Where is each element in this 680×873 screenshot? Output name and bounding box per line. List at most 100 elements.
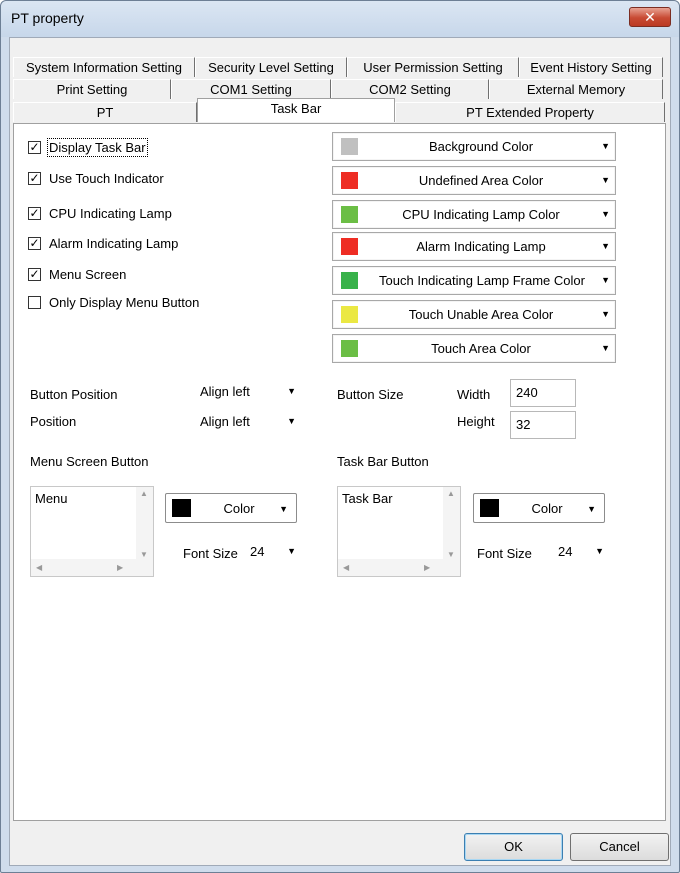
color-swatch — [341, 272, 358, 289]
position-select[interactable]: Align left ▼ — [198, 410, 300, 434]
color-swatch — [480, 499, 499, 517]
checkbox-box: ✓ — [28, 139, 41, 154]
list-item[interactable]: Menu — [35, 491, 68, 506]
task-bar-font-size-label: Font Size — [477, 546, 532, 561]
menu-screen-button-color-select[interactable]: Color ▼ — [165, 493, 297, 523]
check-icon: ✓ — [29, 205, 40, 220]
width-label: Width — [457, 387, 491, 402]
tab-pt[interactable]: PT — [13, 102, 197, 122]
scroll-up-icon[interactable]: ▲ — [447, 489, 455, 498]
color-swatch — [172, 499, 191, 517]
scroll-left-icon[interactable]: ◀ — [36, 563, 42, 572]
vertical-scrollbar[interactable]: ▲ ▼ — [443, 487, 460, 561]
chevron-down-icon: ▼ — [601, 175, 610, 185]
chevron-down-icon: ▼ — [279, 504, 288, 514]
title-bar[interactable]: PT property ✕ — [1, 1, 679, 37]
tab-row-1: System Information Setting Security Leve… — [13, 57, 663, 77]
tab-event-history-setting[interactable]: Event History Setting — [519, 57, 663, 77]
horizontal-scrollbar[interactable]: ◀ ▶ — [338, 559, 460, 576]
scroll-up-icon[interactable]: ▲ — [140, 489, 148, 498]
check-icon: ✓ — [29, 266, 40, 281]
scroll-down-icon[interactable]: ▼ — [140, 550, 148, 559]
chevron-down-icon: ▼ — [287, 416, 296, 426]
chevron-down-icon: ▼ — [287, 546, 296, 556]
chevron-down-icon: ▼ — [601, 309, 610, 319]
scroll-left-icon[interactable]: ◀ — [343, 563, 349, 572]
tab-com2-setting[interactable]: COM2 Setting — [331, 79, 489, 99]
button-size-label: Button Size — [337, 387, 404, 402]
task-bar-panel: ✓ Display Task Bar ✓ Use Touch Indicator… — [13, 123, 666, 821]
height-input[interactable]: 32 — [510, 411, 576, 439]
only-display-menu-button-checkbox[interactable]: Only Display Menu Button — [28, 294, 199, 310]
checkbox-box: ✓ — [28, 235, 41, 250]
tab-system-information-setting[interactable]: System Information Setting — [13, 57, 195, 77]
menu-screen-button-label: Menu Screen Button — [30, 454, 149, 469]
chevron-down-icon: ▼ — [601, 275, 610, 285]
window-title: PT property — [11, 10, 84, 26]
task-bar-font-size-select[interactable]: 24 ▼ — [556, 540, 608, 564]
tab-print-setting[interactable]: Print Setting — [13, 79, 171, 99]
position-label: Position — [30, 414, 77, 429]
menu-screen-checkbox[interactable]: ✓ Menu Screen — [28, 266, 126, 282]
chevron-down-icon: ▼ — [601, 343, 610, 353]
background-color-button[interactable]: Background Color ▼ — [332, 132, 616, 161]
tab-pt-extended-property[interactable]: PT Extended Property — [395, 102, 665, 122]
scroll-right-icon[interactable]: ▶ — [424, 563, 430, 572]
chevron-down-icon: ▼ — [601, 241, 610, 251]
menu-font-size-label: Font Size — [183, 546, 238, 561]
check-icon: ✓ — [29, 139, 40, 154]
chevron-down-icon: ▼ — [601, 209, 610, 219]
tab-external-memory[interactable]: External Memory — [489, 79, 663, 99]
cancel-button[interactable]: Cancel — [570, 833, 669, 861]
menu-screen-button-listbox[interactable]: Menu ▲ ▼ ◀ ▶ — [30, 486, 154, 577]
checkbox-box: ✓ — [28, 171, 41, 185]
tab-task-bar[interactable]: Task Bar — [197, 98, 395, 122]
color-swatch — [341, 138, 358, 155]
button-position-select[interactable]: Align left ▼ — [198, 380, 300, 404]
pt-property-dialog: PT property ✕ System Information Setting… — [0, 0, 680, 873]
tab-security-level-setting[interactable]: Security Level Setting — [195, 57, 347, 77]
horizontal-scrollbar[interactable]: ◀ ▶ — [31, 559, 153, 576]
use-touch-indicator-checkbox[interactable]: ✓ Use Touch Indicator — [28, 170, 164, 186]
undefined-area-color-button[interactable]: Undefined Area Color ▼ — [332, 166, 616, 195]
cpu-indicating-lamp-checkbox[interactable]: ✓ CPU Indicating Lamp — [28, 205, 172, 221]
checkbox-box: ✓ — [28, 205, 41, 220]
color-swatch — [341, 340, 358, 357]
touch-indicating-lamp-frame-color-button[interactable]: Touch Indicating Lamp Frame Color ▼ — [332, 266, 616, 295]
close-button[interactable]: ✕ — [629, 7, 671, 27]
tab-row-2: Print Setting COM1 Setting COM2 Setting … — [13, 79, 663, 99]
color-swatch — [341, 238, 358, 255]
chevron-down-icon: ▼ — [595, 546, 604, 556]
checkbox-box: ✓ — [28, 266, 41, 281]
list-item[interactable]: Task Bar — [342, 491, 393, 506]
task-bar-button-color-select[interactable]: Color ▼ — [473, 493, 605, 523]
checkbox-box — [28, 295, 41, 309]
close-icon: ✕ — [644, 9, 656, 25]
check-icon: ✓ — [29, 235, 40, 250]
scroll-down-icon[interactable]: ▼ — [447, 550, 455, 559]
color-swatch — [341, 172, 358, 189]
task-bar-button-label: Task Bar Button — [337, 454, 429, 469]
cpu-indicating-lamp-color-button[interactable]: CPU Indicating Lamp Color ▼ — [332, 200, 616, 229]
color-swatch — [341, 306, 358, 323]
touch-unable-area-color-button[interactable]: Touch Unable Area Color ▼ — [332, 300, 616, 329]
ok-button[interactable]: OK — [464, 833, 563, 861]
touch-area-color-button[interactable]: Touch Area Color ▼ — [332, 334, 616, 363]
color-swatch — [341, 206, 358, 223]
chevron-down-icon: ▼ — [287, 386, 296, 396]
tab-com1-setting[interactable]: COM1 Setting — [171, 79, 331, 99]
task-bar-button-listbox[interactable]: Task Bar ▲ ▼ ◀ ▶ — [337, 486, 461, 577]
width-input[interactable]: 240 — [510, 379, 576, 407]
display-task-bar-checkbox[interactable]: ✓ Display Task Bar — [28, 137, 148, 157]
scroll-right-icon[interactable]: ▶ — [117, 563, 123, 572]
menu-font-size-select[interactable]: 24 ▼ — [248, 540, 300, 564]
button-position-label: Button Position — [30, 387, 118, 402]
vertical-scrollbar[interactable]: ▲ ▼ — [136, 487, 153, 561]
tab-user-permission-setting[interactable]: User Permission Setting — [347, 57, 519, 77]
alarm-indicating-lamp-checkbox[interactable]: ✓ Alarm Indicating Lamp — [28, 235, 178, 251]
chevron-down-icon: ▼ — [601, 141, 610, 151]
chevron-down-icon: ▼ — [587, 504, 596, 514]
alarm-indicating-lamp-color-button[interactable]: Alarm Indicating Lamp ▼ — [332, 232, 616, 261]
height-label: Height — [457, 414, 495, 429]
tab-row-3: PT Task Bar PT Extended Property — [13, 98, 665, 122]
